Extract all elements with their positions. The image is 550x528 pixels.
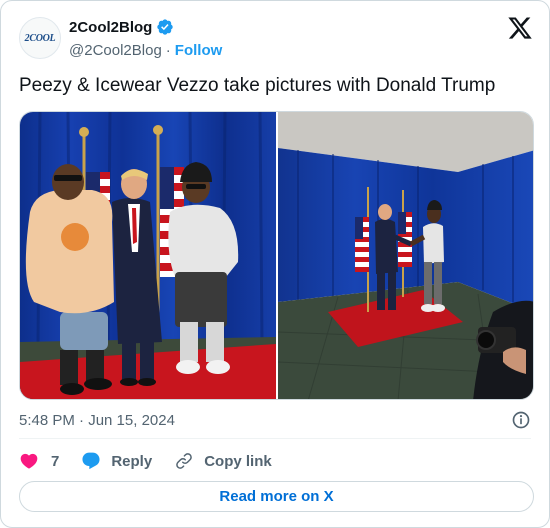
reply-label: Reply [111,452,153,470]
copy-link-button[interactable]: Copy link [174,451,272,471]
media-photo-1[interactable] [20,112,276,399]
avatar-logo-text: 2COOL [24,32,56,44]
divider [19,438,531,439]
heart-icon [20,453,38,469]
timestamp-row: 5:48 PM · Jun 15, 2024 [19,409,531,431]
display-name-row: 2Cool2Blog [69,17,222,37]
read-more-button[interactable]: Read more on X [19,481,534,512]
embedded-post-card: 2COOL 2Cool2Blog @2Cool2Blog · Follow Pe… [0,0,550,528]
display-name[interactable]: 2Cool2Blog [69,19,152,36]
photo-2-illustration [278,112,533,399]
photo-1-illustration [20,112,276,399]
post-header: 2COOL 2Cool2Blog @2Cool2Blog · Follow [19,15,533,59]
info-icon[interactable] [511,410,531,430]
verified-badge-icon [157,19,174,35]
handle[interactable]: @2Cool2Blog [69,42,162,59]
author-info: 2Cool2Blog @2Cool2Blog · Follow [69,17,222,61]
follow-button[interactable]: Follow [175,42,223,59]
x-logo-icon[interactable] [507,15,533,41]
post-timestamp[interactable]: 5:48 PM · Jun 15, 2024 [19,412,175,429]
like-count: 7 [51,452,60,470]
copy-link-label: Copy link [204,452,272,470]
avatar[interactable]: 2COOL [19,17,61,59]
like-button[interactable]: 7 [19,451,59,471]
media-grid [19,111,534,400]
reply-icon [82,452,100,470]
separator-dot: · [165,41,171,59]
link-icon [176,453,193,469]
action-bar: 7 Reply Copy link [19,448,294,474]
handle-row: @2Cool2Blog · Follow [69,39,222,61]
media-photo-2[interactable] [278,112,533,399]
reply-button[interactable]: Reply [81,451,152,471]
post-text: Peezy & Icewear Vezzo take pictures with… [19,75,496,96]
